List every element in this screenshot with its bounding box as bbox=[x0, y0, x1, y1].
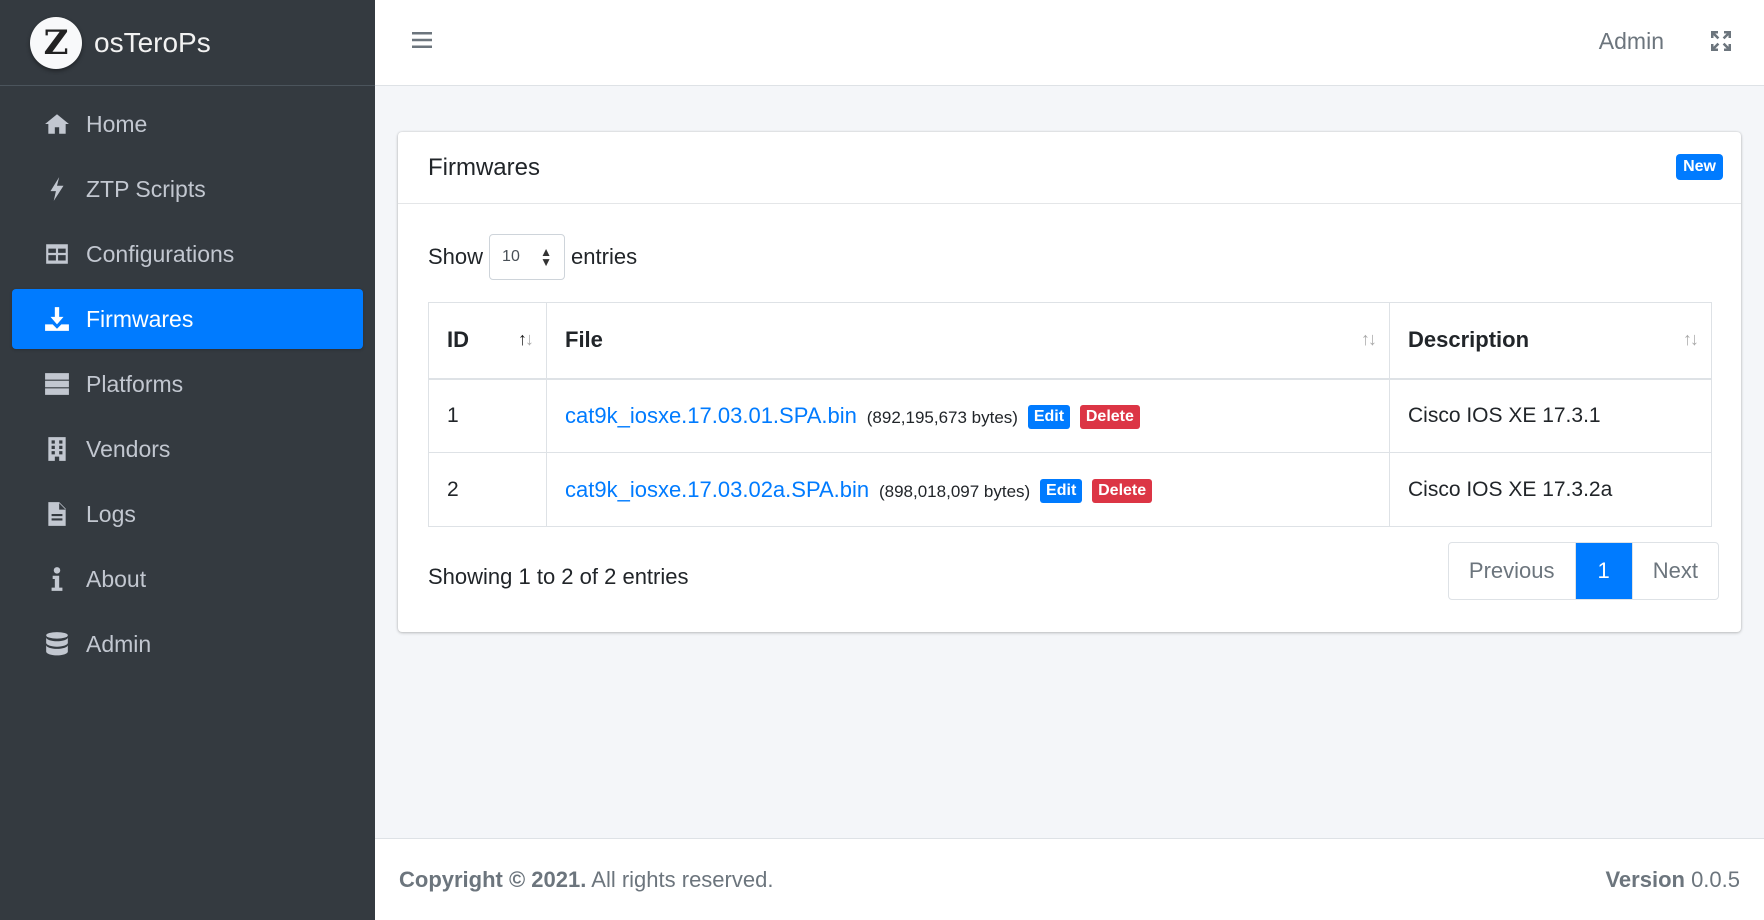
version-value: 0.0.5 bbox=[1684, 866, 1740, 892]
sidebar-item-label: Configurations bbox=[86, 240, 235, 267]
sidebar-item-firmwares[interactable]: Firmwares bbox=[12, 289, 363, 349]
sidebar-item-label: Logs bbox=[86, 500, 136, 527]
cell-file: cat9k_iosxe.17.03.02a.SPA.bin (898,018,0… bbox=[546, 452, 1390, 527]
table-row: 1 cat9k_iosxe.17.03.01.SPA.bin (892,195,… bbox=[428, 378, 1712, 453]
file-icon bbox=[42, 499, 72, 529]
file-size: (898,018,097 bytes) bbox=[878, 481, 1031, 501]
firmwares-table: ID ↑↓ File ↑↓ Description ↑↓ 1 cat9k_iosxe.… bbox=[428, 302, 1712, 527]
pagination: Previous 1 Next bbox=[1447, 542, 1719, 600]
table-row: 2 cat9k_iosxe.17.03.02a.SPA.bin (898,018… bbox=[428, 452, 1712, 527]
info-icon bbox=[42, 564, 72, 594]
column-header-label: Description bbox=[1408, 327, 1530, 353]
sidebar-item-label: Admin bbox=[86, 630, 152, 657]
card-title: Firmwares bbox=[428, 153, 540, 181]
sidebar-item-vendors[interactable]: Vendors bbox=[12, 419, 363, 479]
sidebar-item-ztp-scripts[interactable]: ZTP Scripts bbox=[12, 159, 363, 219]
new-button[interactable]: New bbox=[1676, 154, 1723, 180]
copyright-bold: Copyright © 2021. bbox=[399, 866, 587, 892]
sidebar-item-logs[interactable]: Logs bbox=[12, 484, 363, 544]
bolt-icon bbox=[42, 174, 72, 204]
show-label: Show bbox=[428, 244, 484, 269]
cell-id: 1 bbox=[428, 378, 547, 453]
column-header-label: File bbox=[565, 327, 603, 353]
sort-asc-icon: ↑↓ bbox=[518, 329, 534, 349]
cell-id: 2 bbox=[428, 452, 547, 527]
sidebar-item-label: Firmwares bbox=[86, 305, 194, 332]
entries-length-control: Show 10 ▲ ▼ entries bbox=[428, 234, 637, 280]
cell-description: Cisco IOS XE 17.3.1 bbox=[1389, 378, 1712, 453]
sort-icon: ↑↓ bbox=[1683, 329, 1699, 349]
top-navbar: Admin bbox=[375, 0, 1764, 86]
next-page-button[interactable]: Next bbox=[1631, 543, 1718, 599]
menu-toggle-icon[interactable] bbox=[410, 28, 438, 56]
file-link[interactable]: cat9k_iosxe.17.03.02a.SPA.bin bbox=[565, 477, 869, 502]
sidebar-item-label: Platforms bbox=[86, 370, 184, 397]
home-icon bbox=[42, 109, 72, 139]
sidebar-item-label: Vendors bbox=[86, 435, 171, 462]
column-header-description[interactable]: Description ↑↓ bbox=[1389, 302, 1712, 380]
table-icon bbox=[42, 239, 72, 269]
firmwares-card: Firmwares New Show 10 ▲ ▼ entries ID ↑↓ Fi… bbox=[398, 132, 1741, 632]
building-icon bbox=[42, 434, 72, 464]
entries-per-page-value: 10 bbox=[502, 248, 520, 265]
table-header-row: ID ↑↓ File ↑↓ Description ↑↓ bbox=[428, 302, 1712, 380]
entries-per-page-select[interactable]: 10 ▲ ▼ bbox=[489, 234, 566, 280]
sidebar-item-platforms[interactable]: Platforms bbox=[12, 354, 363, 414]
cell-file: cat9k_iosxe.17.03.01.SPA.bin (892,195,67… bbox=[546, 378, 1390, 453]
copyright: Copyright © 2021. All rights reserved. bbox=[399, 867, 773, 893]
column-header-label: ID bbox=[447, 327, 469, 353]
footer: Copyright © 2021. All rights reserved. V… bbox=[375, 838, 1764, 920]
version-label: Version bbox=[1605, 866, 1685, 892]
sidebar-nav: Home ZTP Scripts Configurations Firmware… bbox=[0, 86, 375, 687]
server-icon bbox=[42, 369, 72, 399]
fullscreen-icon[interactable] bbox=[1709, 29, 1735, 55]
sidebar-item-home[interactable]: Home bbox=[12, 94, 363, 154]
sort-icon: ↑↓ bbox=[1361, 329, 1377, 349]
select-arrows-icon: ▲ ▼ bbox=[540, 245, 553, 269]
brand-link[interactable]: Z osTeroPs bbox=[0, 0, 375, 86]
delete-button[interactable]: Delete bbox=[1092, 478, 1153, 503]
user-menu-link[interactable]: Admin bbox=[1599, 28, 1664, 55]
sidebar-item-admin[interactable]: Admin bbox=[12, 614, 363, 674]
sidebar-item-about[interactable]: About bbox=[12, 549, 363, 609]
file-size: (892,195,673 bytes) bbox=[866, 407, 1018, 427]
sidebar: Z osTeroPs Home ZTP Scripts Configuratio… bbox=[0, 0, 375, 920]
copyright-rest: All rights reserved. bbox=[586, 866, 774, 892]
brand-logo: Z bbox=[30, 16, 82, 69]
column-header-file[interactable]: File ↑↓ bbox=[546, 302, 1390, 380]
sidebar-item-label: Home bbox=[86, 110, 148, 137]
cell-description: Cisco IOS XE 17.3.2a bbox=[1389, 452, 1712, 527]
sidebar-item-label: ZTP Scripts bbox=[86, 175, 206, 202]
edit-button[interactable]: Edit bbox=[1040, 478, 1083, 503]
file-link[interactable]: cat9k_iosxe.17.03.01.SPA.bin bbox=[565, 403, 857, 428]
brand-name: osTeroPs bbox=[94, 26, 211, 58]
sidebar-item-configurations[interactable]: Configurations bbox=[12, 224, 363, 284]
brand-logo-letter: Z bbox=[43, 22, 69, 63]
sidebar-item-label: About bbox=[86, 565, 147, 592]
delete-button[interactable]: Delete bbox=[1079, 404, 1140, 429]
previous-page-button[interactable]: Previous bbox=[1449, 543, 1575, 599]
card-header: Firmwares New bbox=[398, 132, 1741, 204]
column-header-id[interactable]: ID ↑↓ bbox=[428, 302, 547, 380]
database-icon bbox=[42, 629, 72, 659]
table-info: Showing 1 to 2 of 2 entries bbox=[428, 564, 689, 589]
edit-button[interactable]: Edit bbox=[1027, 404, 1071, 429]
page-1-button[interactable]: 1 bbox=[1574, 543, 1632, 599]
version: Version 0.0.5 bbox=[1605, 867, 1740, 893]
entries-label: entries bbox=[571, 244, 638, 269]
download-icon bbox=[42, 304, 72, 334]
